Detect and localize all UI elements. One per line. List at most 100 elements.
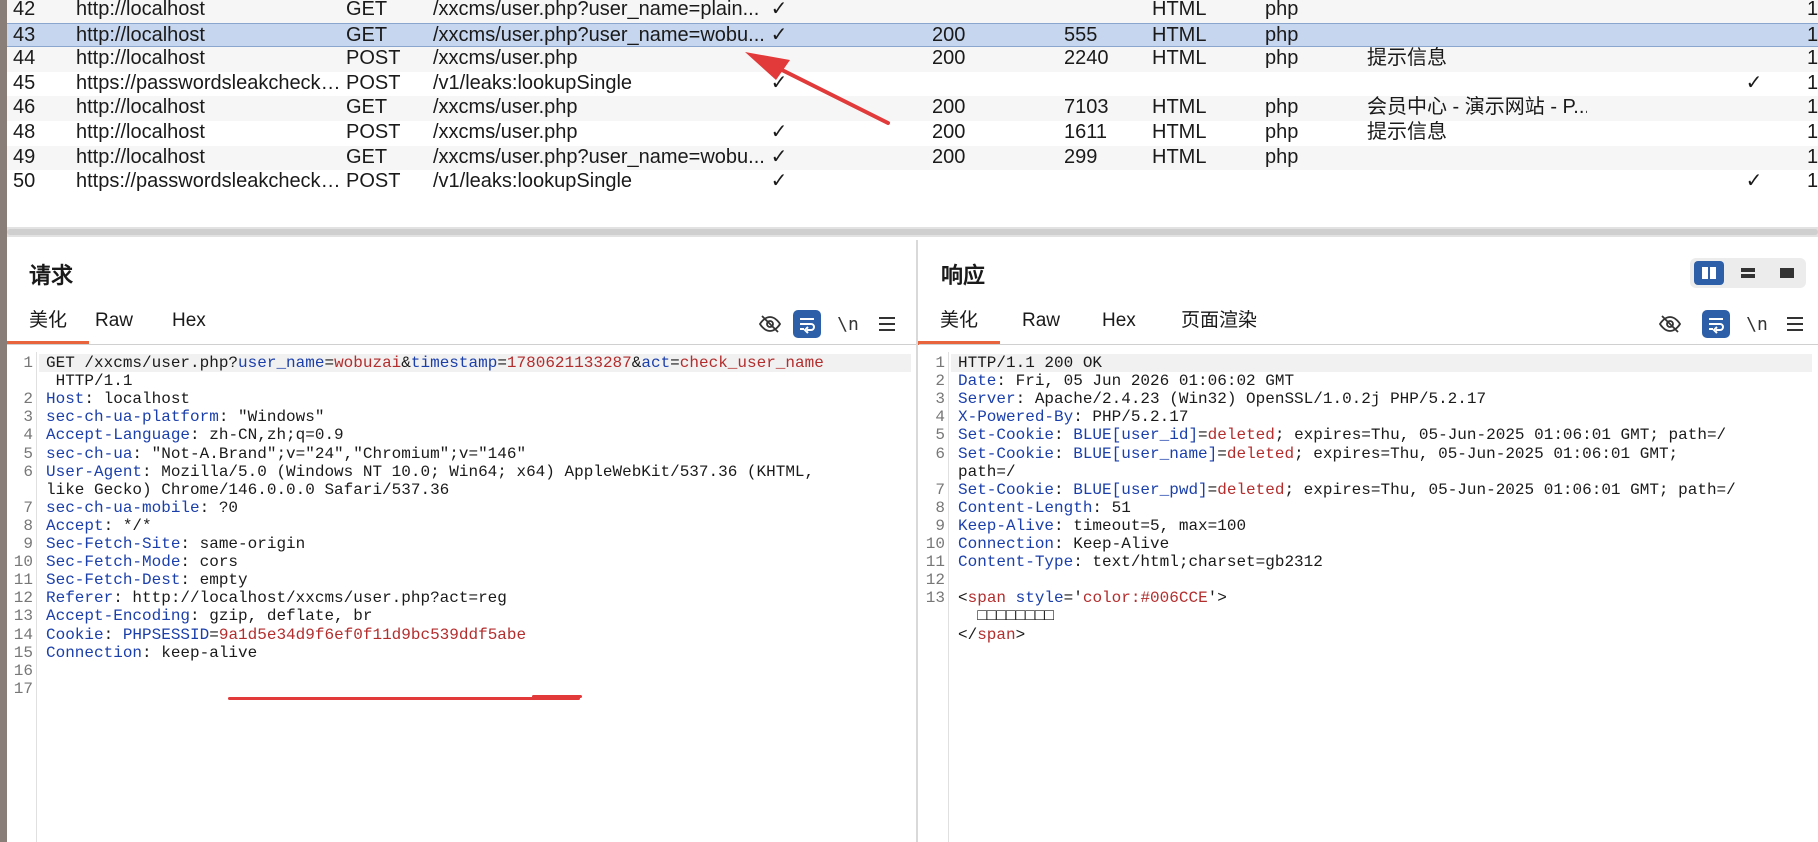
code-text: : Apache/2.4.23 (Win32) OpenSSL/1.0.2j P… (1015, 390, 1487, 409)
code-line: Sec-Fetch-Mode: cors (46, 553, 911, 571)
code-text: = (1217, 444, 1227, 463)
row-extension: php (1265, 47, 1299, 70)
table-row[interactable]: 46 http://localhost GET/xxcms/user.php 200 7… (7, 96, 1818, 121)
code-text: : keep-alive (142, 643, 258, 662)
eye-slash-icon[interactable] (1656, 310, 1684, 338)
table-row[interactable]: 45 https://passwordsleakcheck-... POST/v1/… (7, 72, 1818, 97)
table-row[interactable]: 50 https://passwordsleakcheck-... POST/v1/… (7, 170, 1818, 195)
code-text: : (1054, 426, 1074, 445)
code-line: sec-ch-ua-platform: "Windows" (46, 408, 911, 426)
line-number: 14 (13, 625, 33, 644)
row-status: 200 (932, 47, 966, 70)
row-ip: 1 (1807, 145, 1818, 168)
code-text: : http://localhost/xxcms/user.php?act=re… (113, 589, 507, 608)
row-number: 46 (13, 96, 36, 119)
code-line: Connection: Keep-Alive (958, 535, 1812, 553)
hamburger-menu-icon[interactable] (873, 310, 901, 338)
horizontal-scrollbar-thumb[interactable] (7, 229, 1818, 235)
tab-request-hex[interactable]: Hex (172, 305, 206, 345)
split-horizontal-icon[interactable] (1694, 261, 1724, 285)
code-text: ; expires=Thu, 05-Jun-2025 01:06:01 GMT;… (1284, 480, 1736, 499)
code-text: : (103, 625, 123, 644)
row-mime: HTML (1152, 121, 1207, 143)
row-host: http://localhost (76, 23, 205, 46)
code-line: Server: Apache/2.4.23 (Win32) OpenSSL/1.… (958, 390, 1812, 408)
response-editor[interactable]: 1 2 3 4 5 6 7 8 9 10 11 12 13 HTTP/1.1 200 OK Date: F… (919, 352, 1818, 842)
row-extension: php (1265, 0, 1299, 20)
code-text: ; expires=Thu, 05-Jun-2025 01:06:01 GMT;… (1274, 426, 1727, 445)
line-number: 3 (935, 390, 945, 409)
table-row[interactable]: 49 http://localhost GET/xxcms/user.php?use… (7, 145, 1818, 171)
single-pane-icon[interactable] (1772, 261, 1802, 285)
param-value: 9a1d5e34d9f6ef0f11d9bc539ddf5abe (218, 625, 527, 644)
row-ip: 1 (1807, 121, 1818, 143)
header-key: X-Powered-By (958, 408, 1074, 427)
row-ip: 1 (1807, 23, 1818, 46)
row-host: http://localhost (76, 121, 205, 143)
row-length: 1611 (1064, 121, 1108, 143)
code-line: sec-ch-ua: "Not-A.Brand";v="24","Chromiu… (46, 445, 911, 463)
header-key: Sec-Fetch-Dest (46, 571, 181, 590)
code-line: Date: Fri, 05 Jun 2026 01:06:02 GMT (958, 372, 1812, 390)
hamburger-menu-icon[interactable] (1781, 310, 1809, 338)
code-text: : gzip, deflate, br (190, 607, 373, 626)
header-key: BLUE[user_name] (1073, 444, 1218, 463)
code-line: X-Powered-By: PHP/5.2.17 (958, 408, 1812, 426)
response-pane: 响应 美化 Raw Hex 页面渲染 \n 1 2 3 4 5 6 7 8 9 10 11 12 13 … (917, 240, 1818, 842)
code-line: Sec-Fetch-Dest: empty (46, 571, 911, 589)
row-number: 44 (13, 47, 36, 70)
row-url: /v1/leaks:lookupSingle (433, 71, 633, 94)
code-text: : 51 (1092, 498, 1131, 517)
tab-request-pretty[interactable]: 美化 (6, 305, 90, 345)
header-key: Connection (958, 535, 1055, 553)
code-line: GET /xxcms/user.php?user_name=wobuzai&ti… (39, 354, 911, 373)
code-text: > (1015, 625, 1026, 644)
line-number: 9 (23, 535, 33, 553)
line-number: 16 (13, 661, 33, 680)
code-text: = (1198, 426, 1208, 445)
code-text: < (958, 589, 968, 608)
row-params-check: ✓ (770, 23, 788, 46)
annotation-underline-stroke (532, 695, 582, 698)
request-tabs-divider (7, 344, 917, 345)
wrap-lines-icon[interactable] (1702, 310, 1730, 338)
table-row[interactable]: 44 http://localhost POST/xxcms/user.php 200… (7, 47, 1818, 72)
newline-toggle-button[interactable]: \n (1743, 310, 1771, 338)
header-key: sec-ch-ua-mobile (46, 498, 200, 517)
code-line: <span style='color:#006CCE'> (958, 589, 1812, 607)
row-method: GET (346, 96, 388, 119)
row-params-check: ✓ (770, 145, 788, 168)
code-line: HTTP/1.1 (46, 372, 911, 390)
table-row[interactable]: 48 http://localhost POST/xxcms/user.php ✓ 20… (7, 121, 1818, 146)
tab-request-raw[interactable]: Raw (95, 305, 133, 345)
wrap-lines-icon[interactable] (793, 310, 821, 338)
line-number: 1 (23, 354, 33, 372)
split-vertical-icon[interactable] (1733, 261, 1763, 285)
code-text: : Keep-Alive (1054, 535, 1170, 553)
code-text: : "Not-A.Brand";v="24","Chromium";v="146… (132, 444, 527, 463)
pane-splitter[interactable] (916, 240, 918, 842)
row-url: /xxcms/user.php (433, 47, 578, 70)
tab-response-render[interactable]: 页面渲染 (1181, 305, 1257, 345)
line-number: 6 (23, 462, 33, 481)
header-key: act (641, 354, 671, 372)
eye-slash-icon[interactable] (756, 310, 784, 338)
row-number: 43 (13, 23, 36, 46)
code-text: : PHP/5.2.17 (1073, 408, 1189, 427)
line-number: 12 (925, 571, 945, 590)
row-number: 48 (13, 121, 36, 143)
tab-response-hex[interactable]: Hex (1102, 305, 1136, 345)
table-row-selected[interactable]: 43 http://localhost GET/xxcms/user.php?use… (7, 22, 1818, 48)
tab-response-pretty[interactable]: 美化 (917, 305, 1001, 345)
header-key: BLUE[user_pwd] (1073, 480, 1208, 499)
header-key: timestamp (410, 354, 498, 372)
header-key: Keep-Alive (958, 516, 1055, 535)
code-line: sec-ch-ua-mobile: ?0 (46, 499, 911, 517)
request-editor[interactable]: 1 2 3 4 5 6 7 8 9 10 11 12 13 14 15 16 17 GET /xxcms/use… (7, 352, 917, 842)
row-url: /xxcms/user.php?user_name=plain... (433, 0, 760, 20)
table-row[interactable]: 42 http://localhost GET/xxcms/user.php?use… (7, 0, 1818, 23)
newline-toggle-button[interactable]: \n (834, 310, 862, 338)
row-method: GET (346, 0, 388, 20)
tab-response-raw[interactable]: Raw (1022, 305, 1060, 345)
